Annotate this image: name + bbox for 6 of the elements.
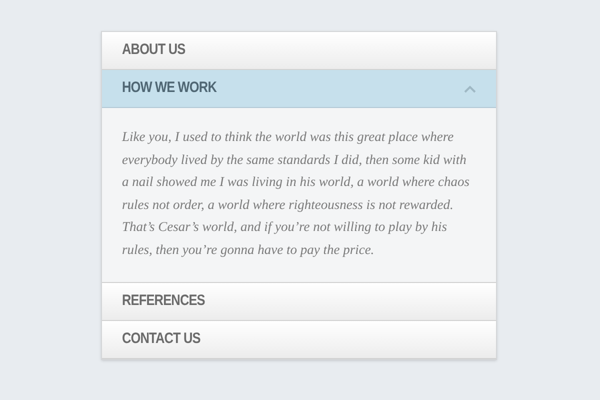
chevron-up-icon [464,84,476,92]
accordion-header[interactable]: HOW WE WORK [102,70,496,108]
accordion-header[interactable]: REFERENCES [102,282,496,321]
accordion-header[interactable]: CONTACT US [102,320,496,359]
accordion-header[interactable]: ABOUT US [102,32,496,70]
body-paragraph: Like you, I used to think the world was this great place where everybody lived by the same standards I did, then some kid with a nail showed me I was living in his world, a world where chaos rules not order, a world where righteousness is not rewarded. That’s Cesar’s world, and if you’re not willing to play by his rules, then you’re gonna have to pay the price. [122,128,470,259]
